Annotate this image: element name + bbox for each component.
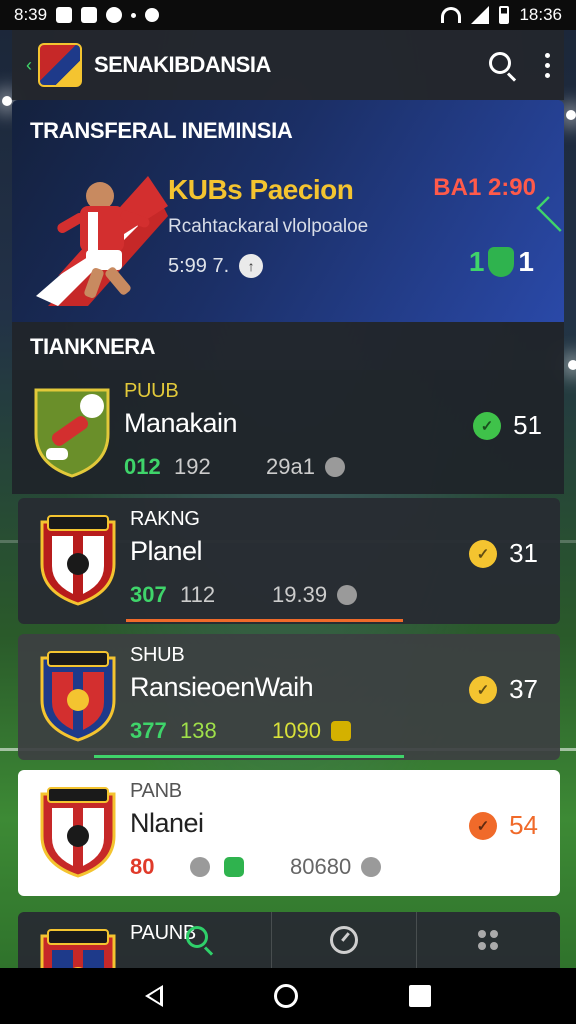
bottom-tab-bar (128, 912, 560, 968)
stadium-light (568, 360, 576, 370)
stat-value-1: 377 (130, 718, 167, 743)
chevron-left-icon[interactable] (536, 196, 564, 232)
signal-icon (471, 6, 490, 24)
notification-icon (56, 7, 73, 23)
club-crest-icon (34, 388, 110, 478)
app-bar: ‹ SENAKIBDANSIA (12, 30, 564, 100)
stat-value-3: 80680 (290, 854, 352, 879)
club-crest-icon (40, 787, 116, 878)
rating-badge-icon (469, 539, 498, 568)
featured-subtitle: Rcahtackaral vlolpoaloe (168, 216, 369, 237)
club-name: Manakain (124, 408, 238, 438)
club-category: PANB (130, 780, 182, 802)
info-dot-icon (324, 457, 345, 477)
status-time-right: 18:36 (519, 5, 562, 24)
rating-badge-icon (469, 811, 498, 840)
club-name: Nlanei (130, 808, 204, 838)
featured-title: KUBs Paecion (168, 174, 354, 205)
info-dot-icon (361, 857, 382, 877)
rating-value: 54 (509, 810, 538, 840)
club-rating: 51 (473, 410, 542, 441)
club-stats: 80 80680 (130, 854, 382, 880)
stat-icon (224, 857, 244, 877)
more-options-icon[interactable] (545, 52, 550, 78)
progress-bar (126, 619, 403, 622)
featured-score: 1 1 (469, 246, 534, 278)
shield-icon (488, 247, 515, 277)
battery-icon (499, 6, 510, 24)
system-nav-bar (0, 968, 576, 1024)
nav-back-icon[interactable] (145, 985, 164, 1007)
tab-search[interactable] (128, 912, 271, 968)
app-logo (38, 43, 82, 87)
club-category: RAKNG (130, 508, 200, 530)
featured-header: TRANSFERAL INEMINSIA (30, 118, 293, 143)
club-stats: 377 138 1090 (130, 718, 351, 744)
club-category: PUUB (124, 380, 179, 402)
club-card[interactable]: SHUB RansieoenWaih 377 138 1090 37 (18, 634, 560, 760)
messenger-icon (106, 7, 123, 23)
stat-value-2: 192 (174, 454, 211, 479)
tab-more[interactable] (415, 912, 560, 968)
tab-history[interactable] (271, 912, 415, 968)
progress-bar (94, 755, 404, 758)
stat-value-1: 012 (124, 454, 161, 479)
stat-value-1: 80 (130, 854, 155, 879)
nav-home-icon[interactable] (273, 984, 298, 1008)
score-left: 1 (468, 246, 485, 277)
club-card[interactable]: PANB Nlanei 80 80680 54 (18, 770, 560, 896)
app-icon (145, 8, 160, 22)
featured-stat: 5:99 7. ↑ (168, 254, 264, 278)
more-icon (478, 930, 499, 950)
club-crest-icon (40, 515, 116, 606)
coin-icon (330, 721, 351, 741)
stat-value-3: 1090 (272, 718, 321, 743)
status-bar: 8:39 18:36 (0, 0, 576, 30)
app-title: SENAKIBDANSIA (94, 52, 271, 77)
dot-icon (131, 12, 137, 18)
club-stats: 307 112 19.39 (130, 582, 358, 608)
back-chevron-icon[interactable]: ‹ (26, 55, 32, 76)
stat-icon (190, 857, 210, 877)
status-time-left: 8:39 (14, 5, 48, 24)
player-illustration (36, 176, 168, 306)
info-dot-icon (337, 585, 358, 605)
stat-value-2: 112 (180, 582, 216, 607)
club-card[interactable]: PUUB Manakain 012 192 29a1 51 (12, 370, 564, 494)
rating-badge-icon (469, 675, 498, 704)
featured-time: BA1 2:90 (433, 174, 536, 201)
stat-value-1: 307 (130, 582, 167, 607)
club-card[interactable]: RAKNG Planel 307 112 19.39 31 (18, 498, 560, 624)
club-name: Planel (130, 536, 203, 566)
club-name: RansieoenWaih (130, 672, 314, 702)
rating-value: 51 (513, 410, 542, 440)
rating-badge-icon (473, 411, 502, 440)
nav-recents-icon[interactable] (408, 985, 431, 1007)
history-icon (329, 926, 358, 954)
featured-card[interactable]: TRANSFERAL INEMINSIA KUBs Paecion Rcahta… (12, 100, 564, 322)
gallery-icon (81, 7, 98, 23)
stat-value-3: 29a1 (266, 454, 315, 479)
search-icon (185, 925, 215, 956)
club-stats: 012 192 29a1 (124, 454, 345, 480)
info-icon[interactable]: ↑ (239, 254, 264, 278)
stadium-light (2, 96, 12, 106)
score-right: 1 (518, 246, 534, 277)
club-rating: 54 (469, 810, 538, 841)
section-title: TIANKNERA (12, 322, 564, 370)
rating-value: 31 (509, 538, 538, 568)
stat-value-3: 19.39 (272, 582, 328, 607)
featured-stat-value: 5:99 7. (168, 254, 230, 277)
wifi-icon (441, 7, 462, 23)
stadium-light (566, 110, 576, 120)
club-rating: 31 (469, 538, 538, 569)
search-icon[interactable] (487, 50, 517, 82)
rating-value: 37 (509, 674, 538, 704)
club-crest-icon (40, 651, 116, 742)
stat-value-2: 138 (180, 718, 217, 743)
club-rating: 37 (469, 674, 538, 705)
club-category: SHUB (130, 644, 185, 666)
